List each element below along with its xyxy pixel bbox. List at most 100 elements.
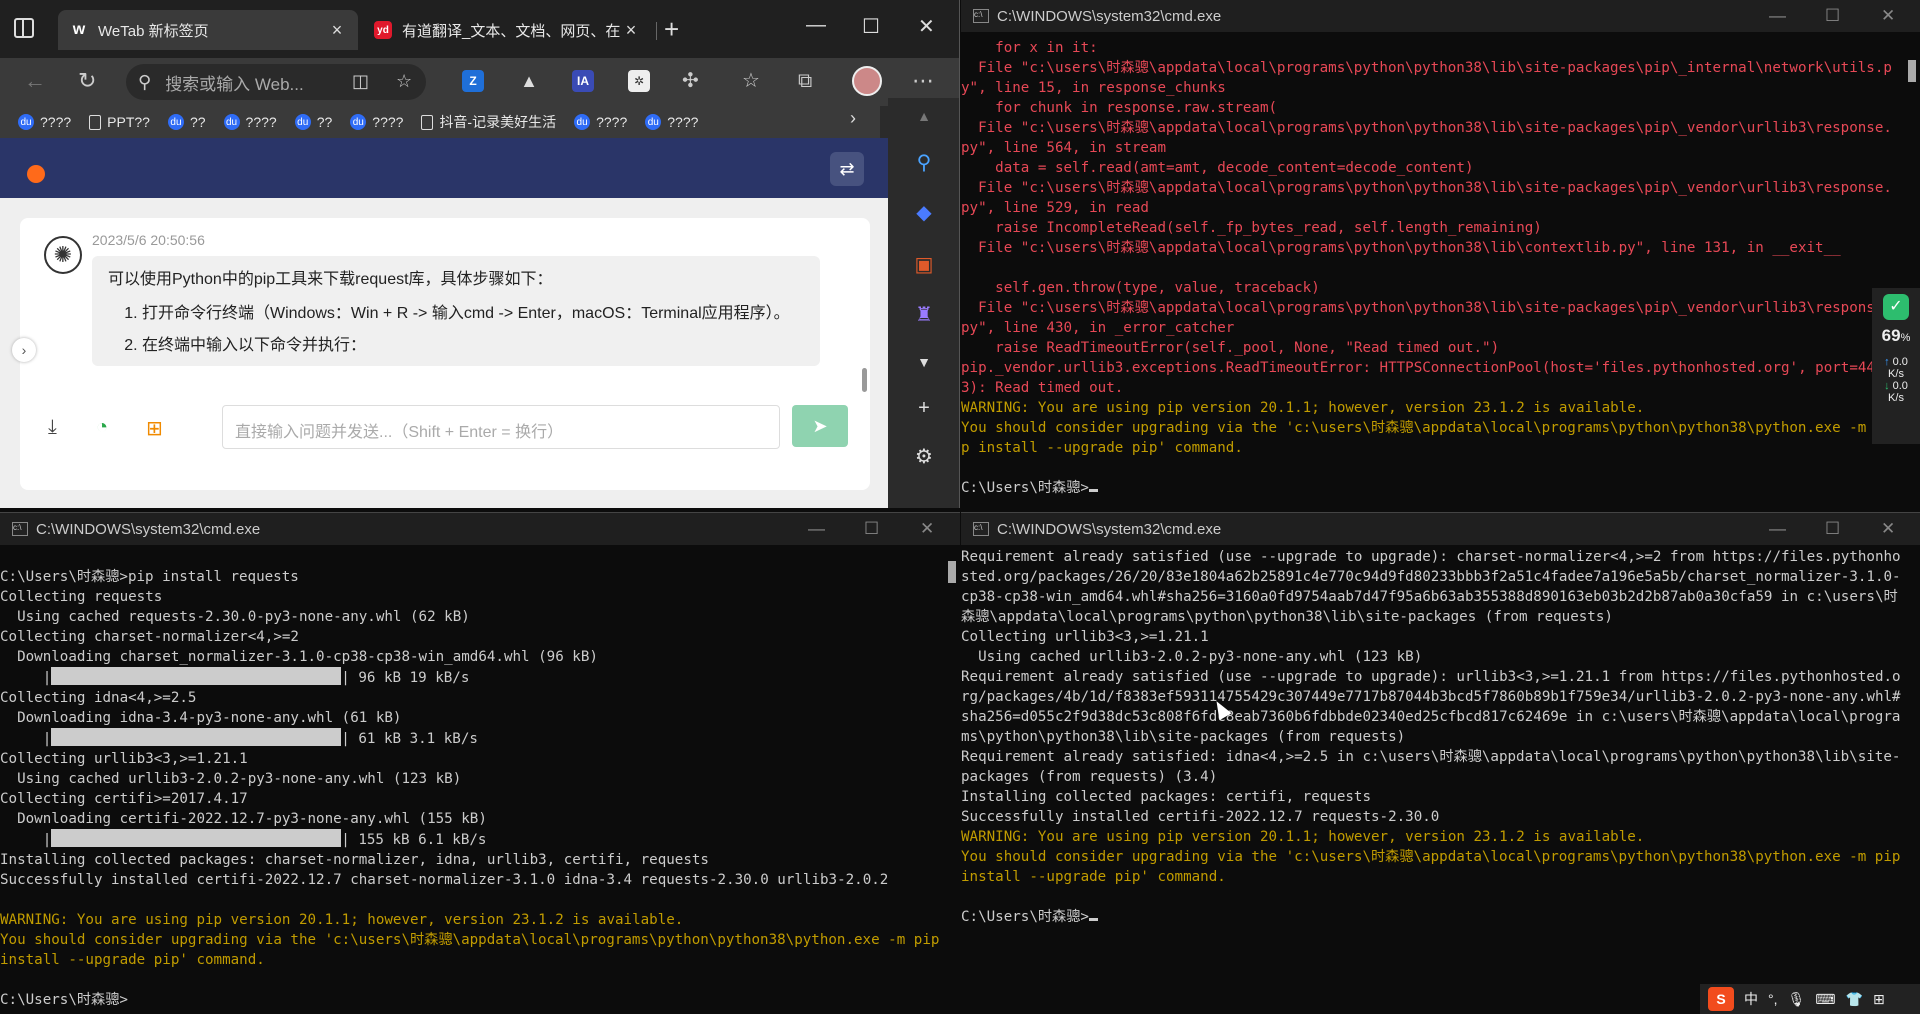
close-tab-icon[interactable]: × (328, 20, 346, 41)
question-input[interactable]: 直接输入问题并发送...（Shift + Enter = 换行） (222, 405, 780, 449)
search-icon: ⚲ (138, 71, 152, 92)
download-rate: ↓ 0.0 (1884, 380, 1908, 392)
bookmark-item[interactable]: du???? (350, 114, 403, 130)
console-bottom-right[interactable]: c:\ C:\WINDOWS\system32\cmd.exe — ☐ ✕ Re… (961, 512, 1920, 1014)
sidebar-add-icon[interactable]: + (910, 394, 938, 422)
minimize-button[interactable]: — (1769, 519, 1786, 539)
console-line: File "c:\users\时森骢\appdata\local\program… (961, 180, 1892, 216)
favorites-icon[interactable]: ☆ (742, 70, 760, 92)
close-window-button[interactable]: ✕ (920, 519, 934, 539)
extension-gear-icon[interactable]: ✲ (628, 70, 650, 92)
sidebar-settings-icon[interactable]: ⚙ (910, 442, 938, 470)
sidebar-games-icon[interactable]: ♜ (910, 300, 938, 328)
download-icon[interactable]: ⤓ (48, 416, 57, 439)
console-output[interactable]: for x in it: File "c:\users\时森骢\appdata\… (961, 38, 1896, 508)
sidebar-scroll-down-icon[interactable]: ▼ (910, 348, 938, 376)
console-scrollbar[interactable] (948, 561, 956, 583)
tab-actions-icon[interactable] (14, 18, 34, 38)
microphone-icon[interactable]: 🎙 (1788, 991, 1806, 1008)
minimize-button[interactable]: — (1769, 6, 1786, 26)
close-window-button[interactable]: ✕ (1881, 6, 1895, 26)
console-titlebar[interactable]: c:\ C:\WINDOWS\system32\cmd.exe — ☐ ✕ (961, 0, 1920, 32)
browser-window: ᴡ WeTab 新标签页 × yd 有道翻译_文本、文档、网页、在 × + — … (0, 0, 960, 508)
avatar[interactable] (852, 66, 882, 96)
whatsapp-icon[interactable]: ◔ (96, 416, 108, 439)
shield-check-icon: ✓ (1883, 294, 1909, 320)
console-top-right[interactable]: c:\ C:\WINDOWS\system32\cmd.exe — ☐ ✕ fo… (961, 0, 1920, 508)
console-line: You should consider upgrading via the 'c… (961, 849, 1901, 885)
swap-icon[interactable]: ⇄ (830, 152, 864, 186)
text-cursor (1088, 489, 1098, 492)
close-window-button[interactable]: ✕ (918, 14, 935, 39)
tab-wetab[interactable]: ᴡ WeTab 新标签页 × (58, 10, 358, 50)
close-window-button[interactable]: ✕ (1881, 519, 1895, 539)
grid-menu-icon[interactable]: ⊞ (1873, 991, 1885, 1008)
console-line: Downloading idna-3.4-py3-none-any.whl (6… (0, 710, 402, 726)
console-titlebar[interactable]: c:\ C:\WINDOWS\system32\cmd.exe — ☐ ✕ (961, 513, 1920, 545)
maximize-button[interactable]: ☐ (864, 519, 879, 539)
maximize-button[interactable]: ☐ (862, 14, 880, 39)
tab-youdao[interactable]: yd 有道翻译_文本、文档、网页、在 × (362, 10, 652, 50)
console-line: Collecting urllib3<3,>=1.21.1 (0, 751, 248, 767)
console-bottom-left[interactable]: c:\ C:\WINDOWS\system32\cmd.exe — ☐ ✕ C:… (0, 512, 960, 1014)
cmd-icon: c:\ (12, 522, 28, 536)
text-cursor (1088, 918, 1098, 921)
rate-unit: K/s (1888, 368, 1904, 380)
extension-mountain-icon[interactable]: ▲ (518, 70, 540, 92)
sidebar-tools-icon[interactable]: ▣ (910, 250, 938, 278)
console-output[interactable]: Requirement already satisfied (use --upg… (961, 547, 1904, 1014)
sidebar-scroll-up-icon[interactable]: ▲ (910, 102, 938, 130)
bookmark-item[interactable]: du?? (167, 114, 206, 130)
split-screen-icon[interactable]: ◫ (352, 70, 369, 92)
network-monitor-widget[interactable]: ✓ 69% ↑ 0.0 K/s ↓ 0.0 K/s (1872, 288, 1920, 444)
add-favorite-icon[interactable]: ☆ (396, 70, 412, 92)
console-line: | | 155 kB 6.1 kB/s (0, 829, 944, 850)
bookmark-item[interactable]: 抖音-记录美好生活 (421, 112, 556, 132)
ime-mode[interactable]: 中 (1744, 989, 1758, 1009)
bookmark-item[interactable]: du???? (645, 114, 698, 130)
chatgpt-logo-icon: ✺ (44, 236, 82, 274)
skin-icon[interactable]: 👕 (1846, 991, 1863, 1008)
gift-icon[interactable]: ⊞ (146, 416, 163, 441)
sidebar-search-icon[interactable]: ⚲ (910, 148, 938, 176)
console-line: File "c:\users\时森骢\appdata\local\program… (961, 60, 1892, 96)
minimize-button[interactable]: — (806, 14, 826, 37)
send-button[interactable]: ➤ (792, 405, 848, 447)
refresh-button[interactable]: ↻ (78, 70, 96, 92)
close-tab-icon[interactable]: × (622, 20, 640, 41)
more-menu-icon[interactable]: ⋯ (912, 70, 934, 92)
extension-ia-icon[interactable]: IA (572, 70, 594, 92)
bookmark-item[interactable]: du???? (574, 114, 627, 130)
bookmark-item[interactable]: PPT?? (89, 114, 150, 130)
bookmark-item[interactable]: du???? (223, 114, 277, 130)
maximize-button[interactable]: ☐ (1825, 519, 1840, 539)
extension-z-icon[interactable]: Z (462, 70, 484, 92)
new-tab-button[interactable]: + (664, 16, 679, 42)
address-bar[interactable]: ⚲ 搜索或输入 Web... (126, 64, 426, 100)
sogou-logo-icon[interactable]: S (1708, 987, 1734, 1011)
collections-icon[interactable]: ⧉ (798, 70, 812, 92)
bookmark-item[interactable]: du???? (18, 114, 71, 130)
console-scrollbar[interactable] (1908, 60, 1916, 82)
maximize-button[interactable]: ☐ (1825, 6, 1840, 26)
console-line: raise IncompleteRead(self._fp_bytes_read… (961, 220, 1542, 236)
back-button[interactable]: ← (24, 70, 46, 92)
console-output[interactable]: C:\Users\时森骢>pip install requests Collect… (0, 547, 944, 1014)
bookmark-item[interactable]: du?? (294, 114, 332, 130)
baidu-paw-icon: du (294, 114, 311, 130)
message-timestamp: 2023/5/6 20:50:56 (92, 232, 205, 248)
bookmarks-more-icon[interactable]: › (850, 108, 856, 129)
console-title: C:\WINDOWS\system32\cmd.exe (36, 520, 261, 538)
console-line: Collecting urllib3<3,>=1.21.1 (961, 629, 1209, 645)
sidebar-shopping-icon[interactable]: ◆ (910, 198, 938, 226)
keyboard-icon[interactable]: ⌨ (1815, 991, 1835, 1008)
baidu-paw-icon: du (167, 114, 184, 130)
expand-panel-icon[interactable]: › (12, 338, 36, 362)
minimize-button[interactable]: — (808, 519, 825, 539)
punctuation-mode[interactable]: °, (1768, 991, 1778, 1007)
console-titlebar[interactable]: c:\ C:\WINDOWS\system32\cmd.exe — ☐ ✕ (0, 513, 960, 545)
extensions-puzzle-icon[interactable]: ✣ (682, 70, 699, 92)
